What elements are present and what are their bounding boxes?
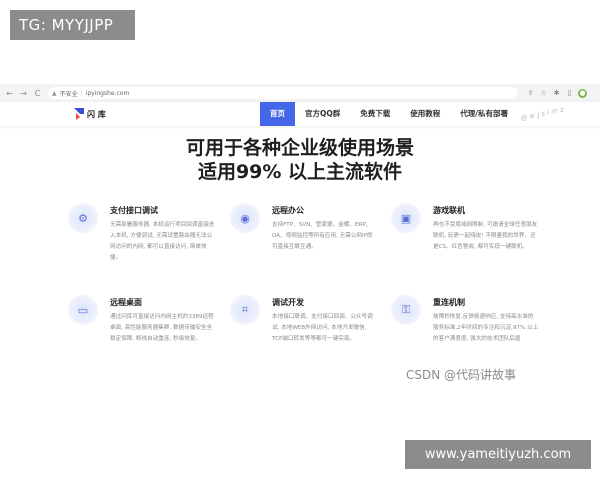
feature-description: 无需部署服务器, 本机运行项目回调直接进入本机, 方便调试, 无需设置路由器无法… bbox=[110, 222, 215, 261]
reload-icon[interactable]: C bbox=[33, 89, 42, 98]
browser-toolbar: ← → C ▲ 不安全 | ipyingshe.com ⇪ ☆ ✱ ▯ ● bbox=[0, 84, 600, 103]
security-label: 不安全 bbox=[59, 90, 78, 98]
site-logo[interactable]: 闪 库 bbox=[74, 108, 106, 120]
feature-title: 游戏联机 bbox=[433, 206, 465, 215]
logo-text: 闪 库 bbox=[87, 109, 106, 119]
feature-title: 远程办公 bbox=[272, 206, 304, 215]
watermark-tag: TG: MYYJJPP bbox=[10, 10, 135, 40]
feature-description: 通过闪库可直接访问内网主机的3389远程桌面, 高性能服务器集群, 数据传输安全… bbox=[110, 314, 214, 342]
url-text: ipyingshe.com bbox=[85, 89, 130, 97]
profile-icon[interactable]: ● bbox=[578, 88, 587, 98]
reconnect-icon: ⚿ bbox=[391, 295, 421, 325]
main-menu: 首页 官方QQ群 免费下载 使用教程 代理/私有部署 bbox=[260, 102, 518, 126]
feature-title: 重连机制 bbox=[433, 298, 465, 307]
menu-item-tutorial[interactable]: 使用教程 bbox=[400, 102, 450, 126]
feature-description: 支持FTP、SVN、管家婆、金蝶、ERP、OA、视频监控等所有应用, 无需公网I… bbox=[272, 222, 373, 250]
feature-title: 调试开发 bbox=[272, 298, 304, 307]
csdn-watermark: CSDN @代码讲故事 bbox=[402, 364, 521, 386]
extension-icon[interactable]: ✱ bbox=[552, 89, 561, 98]
dev-debug-icon: ⌗ bbox=[230, 295, 260, 325]
remote-desktop-icon: ▭ bbox=[68, 295, 98, 325]
api-debug-icon: ⚙ bbox=[68, 203, 98, 233]
feature-title: 远程桌面 bbox=[110, 298, 142, 307]
nav-watermark: @ w j s i m z bbox=[519, 105, 565, 123]
feature-title: 支付接口调试 bbox=[110, 206, 158, 215]
share-icon[interactable]: ⇪ bbox=[526, 89, 535, 98]
menu-item-home[interactable]: 首页 bbox=[260, 102, 295, 126]
security-warning-icon: ▲ bbox=[52, 89, 57, 97]
star-icon[interactable]: ☆ bbox=[539, 89, 548, 98]
address-separator: | bbox=[80, 89, 83, 97]
remote-office-icon: ◉ bbox=[230, 203, 260, 233]
menu-item-agent[interactable]: 代理/私有部署 bbox=[450, 102, 518, 126]
hero-subtitle: 适用99% 以上主流软件 bbox=[197, 161, 403, 183]
address-bar[interactable]: ▲ 不安全 | ipyingshe.com bbox=[48, 87, 518, 99]
game-lan-icon: ▣ bbox=[391, 203, 421, 233]
logo-icon bbox=[74, 108, 84, 120]
hero-title: 可用于各种企业级使用场景 bbox=[185, 137, 414, 159]
browser-actions: ⇪ ☆ ✱ ▯ ● bbox=[526, 88, 591, 98]
menu-item-qq-group[interactable]: 官方QQ群 bbox=[295, 102, 350, 126]
back-icon[interactable]: ← bbox=[5, 89, 14, 98]
site-header: 闪 库 首页 官方QQ群 免费下载 使用教程 代理/私有部署 @ w j s i… bbox=[0, 102, 600, 126]
menu-icon[interactable]: ▯ bbox=[565, 89, 574, 98]
forward-icon[interactable]: → bbox=[19, 89, 28, 98]
bottom-watermark: www.yameitiyuzh.com bbox=[405, 440, 591, 469]
feature-description: 再也不受局域网限制, 可邀请全球任意朋友联机, 玩更一起嗨皮! 不限量我的世界、… bbox=[433, 222, 538, 250]
menu-item-download[interactable]: 免费下载 bbox=[350, 102, 400, 126]
feature-description: 故障秒恢复,反馈极速响应, 支持高水准的服务标准,2年时间的专注和沉淀,97% … bbox=[433, 314, 539, 342]
feature-description: 本地接口联调、支付接口回调、公众号调试, 本地WEB外网访问, 本地开发微信, … bbox=[272, 314, 373, 342]
